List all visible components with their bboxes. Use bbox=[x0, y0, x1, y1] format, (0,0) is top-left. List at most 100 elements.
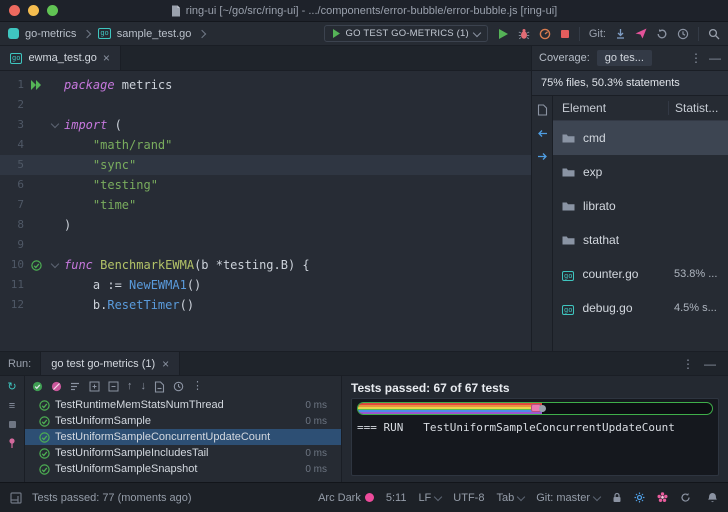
coverage-element-name: stathat bbox=[583, 233, 619, 247]
line-separator-widget[interactable]: LF bbox=[418, 492, 441, 504]
chevron-down-icon bbox=[473, 28, 481, 36]
run-configuration-label: GO TEST GO-METRICS (1) bbox=[346, 28, 469, 39]
toolwindow-switcher-icon[interactable] bbox=[10, 492, 22, 504]
code-area[interactable]: 1package metrics23import (4 "math/rand"5… bbox=[0, 71, 531, 351]
gear-icon[interactable] bbox=[634, 492, 645, 503]
editor-tab-ewma-test[interactable]: go ewma_test.go × bbox=[0, 46, 121, 70]
profiler-button[interactable] bbox=[539, 28, 551, 40]
test-row[interactable]: TestUniformSample0 ms bbox=[25, 413, 341, 429]
import-coverage-icon[interactable] bbox=[537, 128, 548, 139]
code-line-6[interactable]: 6 "testing" bbox=[0, 175, 531, 195]
refresh-icon[interactable] bbox=[680, 492, 691, 503]
test-history-icon[interactable] bbox=[173, 381, 184, 392]
debug-button[interactable] bbox=[518, 28, 530, 40]
stop-button[interactable] bbox=[560, 29, 570, 39]
cat-head bbox=[539, 405, 546, 412]
status-message[interactable]: Tests passed: 77 (moments ago) bbox=[32, 492, 192, 504]
code-line-7[interactable]: 7 "time" bbox=[0, 195, 531, 215]
run-button[interactable] bbox=[497, 28, 509, 40]
minimize-window-button[interactable] bbox=[28, 5, 39, 16]
gutter: 8 bbox=[0, 215, 64, 235]
test-passed-icon[interactable] bbox=[24, 260, 48, 271]
code-line-4[interactable]: 4 "math/rand" bbox=[0, 135, 531, 155]
notifications-bell-icon[interactable] bbox=[707, 492, 718, 504]
close-tab-icon[interactable]: × bbox=[103, 53, 110, 63]
coverage-tab[interactable]: go tes... bbox=[597, 50, 652, 66]
gutter: 9 bbox=[0, 235, 64, 255]
push-commits-icon[interactable] bbox=[635, 28, 647, 39]
git-branch-widget[interactable]: Git: master bbox=[536, 492, 600, 504]
zoom-window-button[interactable] bbox=[47, 5, 58, 16]
fold-icon[interactable] bbox=[48, 263, 62, 267]
code-line-11[interactable]: 11 a := NewEWMA1() bbox=[0, 275, 531, 295]
test-row[interactable]: TestUniformSampleConcurrentUpdateCount bbox=[25, 429, 341, 445]
search-icon[interactable] bbox=[708, 28, 720, 40]
column-statistics[interactable]: Statist... bbox=[668, 101, 728, 115]
previous-occurrence-icon[interactable]: ↑ bbox=[127, 381, 133, 392]
code-line-3[interactable]: 3import ( bbox=[0, 115, 531, 135]
coverage-row[interactable]: librato bbox=[553, 189, 728, 223]
breadcrumb-file[interactable]: sample_test.go bbox=[117, 28, 192, 40]
coverage-row[interactable]: gocounter.go53.8% ... bbox=[553, 257, 728, 291]
rerun-tests-icon[interactable]: ↻ bbox=[7, 382, 16, 393]
breadcrumb-module[interactable]: go-metrics bbox=[25, 28, 76, 40]
theme-widget[interactable]: Arc Dark bbox=[318, 492, 374, 504]
line-number: 8 bbox=[0, 215, 24, 235]
generate-report-icon[interactable] bbox=[537, 104, 548, 116]
code-line-1[interactable]: 1package metrics bbox=[0, 75, 531, 95]
show-ignored-icon[interactable] bbox=[51, 381, 62, 392]
test-row[interactable]: TestUniformSampleIncludesTail0 ms bbox=[25, 445, 341, 461]
coverage-row[interactable]: cmd bbox=[553, 121, 728, 155]
pin-tab-icon[interactable] bbox=[7, 437, 17, 449]
coverage-statistic: 53.8% ... bbox=[668, 268, 728, 280]
main-area: go ewma_test.go × 1package metrics23impo… bbox=[0, 46, 728, 351]
expand-all-icon[interactable] bbox=[89, 381, 100, 392]
hide-panel-icon[interactable]: — bbox=[704, 358, 716, 370]
hide-panel-icon[interactable]: — bbox=[709, 52, 721, 64]
encoding-widget[interactable]: UTF-8 bbox=[453, 492, 484, 504]
test-row[interactable]: TestUniformSampleSnapshot0 ms bbox=[25, 461, 341, 477]
show-passed-icon[interactable] bbox=[32, 381, 43, 392]
run-options-icon[interactable]: ⋮ bbox=[682, 358, 694, 370]
update-project-icon[interactable] bbox=[615, 28, 626, 39]
console-output[interactable]: === RUN TestUniformSampleConcurrentUpdat… bbox=[351, 398, 719, 476]
code-line-2[interactable]: 2 bbox=[0, 95, 531, 115]
code-line-10[interactable]: 10func BenchmarkEWMA(b *testing.B) { bbox=[0, 255, 531, 275]
column-element[interactable]: Element bbox=[553, 101, 668, 115]
more-options-icon[interactable]: ⋮ bbox=[192, 381, 203, 392]
stop-process-icon[interactable] bbox=[8, 420, 17, 429]
code-line-8[interactable]: 8) bbox=[0, 215, 531, 235]
run-configuration-select[interactable]: GO TEST GO-METRICS (1) bbox=[324, 25, 488, 42]
collapse-all-icon[interactable] bbox=[108, 381, 119, 392]
coverage-body: Element Statist... cmdexplibrato stathat g… bbox=[532, 96, 728, 351]
code-line-9[interactable]: 9 bbox=[0, 235, 531, 255]
history-icon[interactable] bbox=[677, 28, 689, 40]
coverage-row[interactable]: stathat bbox=[553, 223, 728, 257]
coverage-row[interactable]: exp bbox=[553, 155, 728, 189]
caret-position-widget[interactable]: 5:11 bbox=[386, 492, 407, 504]
test-tree[interactable]: TestRuntimeMemStatsNumThread0 msTestUnif… bbox=[25, 397, 341, 482]
run-tab[interactable]: go test go-metrics (1) × bbox=[40, 352, 180, 375]
close-window-button[interactable] bbox=[9, 5, 20, 16]
indent-widget[interactable]: Tab bbox=[496, 492, 524, 504]
next-occurrence-icon[interactable]: ↓ bbox=[141, 381, 147, 392]
test-duration: 0 ms bbox=[305, 464, 341, 475]
test-runner-options-icon[interactable]: ≡ bbox=[9, 401, 15, 412]
scroll-from-source-icon[interactable] bbox=[537, 151, 548, 162]
lock-icon[interactable] bbox=[612, 492, 622, 503]
coverage-row[interactable]: godebug.go4.5% s... bbox=[553, 291, 728, 325]
test-row[interactable]: TestRuntimeMemStatsNumThread0 ms bbox=[25, 397, 341, 413]
theme-flower-icon[interactable] bbox=[657, 492, 668, 503]
export-test-results-icon[interactable] bbox=[154, 381, 165, 393]
run-tab-label: go test go-metrics (1) bbox=[51, 358, 155, 370]
close-tab-icon[interactable]: × bbox=[162, 359, 169, 369]
theme-name: Arc Dark bbox=[318, 492, 361, 504]
rollback-icon[interactable] bbox=[656, 28, 668, 40]
code-line-12[interactable]: 12 b.ResetTimer() bbox=[0, 295, 531, 315]
coverage-options-icon[interactable]: ⋮ bbox=[690, 52, 702, 64]
code-line-5[interactable]: 5 "sync" bbox=[0, 155, 531, 175]
run-all-tests-icon[interactable] bbox=[24, 80, 48, 90]
sort-alphabetically-icon[interactable] bbox=[70, 381, 81, 392]
fold-icon[interactable] bbox=[48, 123, 62, 127]
status-right: Arc Dark 5:11 LF UTF-8 Tab Git: master bbox=[318, 492, 718, 504]
